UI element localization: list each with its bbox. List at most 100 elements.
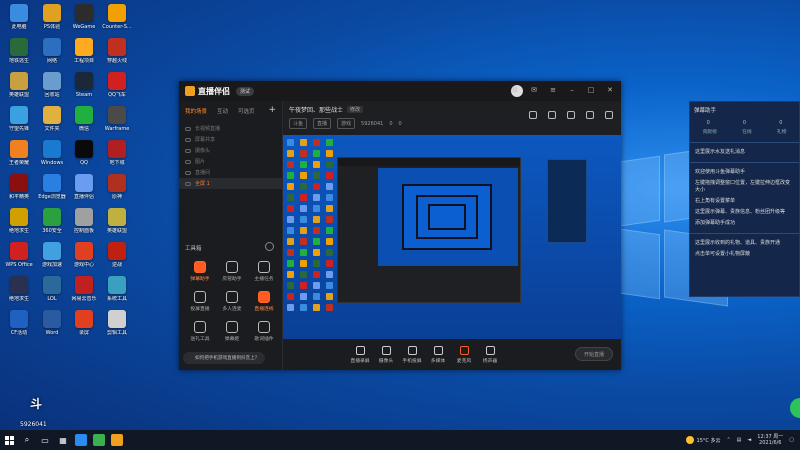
desktop-icon[interactable]: 系统工具 xyxy=(100,276,134,302)
eye-icon[interactable] xyxy=(185,148,191,153)
stat-label[interactable]: 礼物 xyxy=(777,128,787,135)
eye-icon[interactable] xyxy=(185,137,191,142)
gift-icon[interactable] xyxy=(529,111,537,119)
desktop-icon[interactable]: Steam xyxy=(67,72,101,98)
screen-record-button[interactable]: 直播录屏 xyxy=(347,345,373,364)
desktop-icon[interactable]: 控制面板 xyxy=(67,208,101,234)
desktop-icon[interactable]: QQ xyxy=(67,140,101,166)
media-button[interactable]: 多媒体 xyxy=(425,345,451,364)
menu-icon[interactable]: ≡ xyxy=(548,85,558,95)
toolbox-item[interactable]: 直播连线 xyxy=(249,291,279,312)
desktop-icon[interactable]: 地下城 xyxy=(100,140,134,166)
task-view-icon[interactable]: ▭ xyxy=(36,432,54,448)
settings-icon[interactable]: ⚙ xyxy=(510,85,520,95)
streaming-app-icon[interactable] xyxy=(111,434,123,446)
eye-icon[interactable] xyxy=(185,170,191,175)
desktop-icon[interactable]: LOL xyxy=(35,276,69,302)
share-icon[interactable] xyxy=(605,111,613,119)
desktop-icon[interactable]: CF活动 xyxy=(2,310,36,336)
desktop-icon[interactable]: 逆战 xyxy=(100,242,134,268)
toolbox-item[interactable]: 弹幕助手 xyxy=(185,261,215,282)
desktop-icon[interactable]: 游戏加速 xyxy=(35,242,69,268)
chevron-up-icon[interactable]: ⌃ xyxy=(726,437,730,443)
lock-icon[interactable] xyxy=(548,111,556,119)
speaker-button[interactable]: 扬声器 xyxy=(477,345,503,364)
maximize-icon[interactable]: □ xyxy=(586,85,596,95)
eye-icon[interactable] xyxy=(185,126,191,131)
desktop-icon[interactable]: 英雄联盟 xyxy=(2,72,36,98)
eye-icon[interactable] xyxy=(185,159,191,164)
category-tag[interactable]: 斗鱼 xyxy=(289,118,308,129)
toolbox-item[interactable]: 多人连麦 xyxy=(217,291,247,312)
clock[interactable]: 12:37 周一 2021/6/6 xyxy=(757,434,783,446)
add-scene-button[interactable]: + xyxy=(268,105,276,115)
weather-widget[interactable]: 15°C 多云 xyxy=(685,436,720,444)
desktop-icon[interactable]: Warframe xyxy=(100,106,134,132)
toolbox-item[interactable]: 投屏直播 xyxy=(185,291,215,312)
stat-label[interactable]: 贡献榜 xyxy=(703,128,717,135)
desktop-icon[interactable]: 360安全 xyxy=(35,208,69,234)
tab-optional[interactable]: 可选页 xyxy=(238,107,255,115)
phone-cast-button[interactable]: 手机投屏 xyxy=(399,345,425,364)
bell-icon[interactable] xyxy=(586,111,594,119)
desktop-icon[interactable]: 剪辑工具 xyxy=(100,310,134,336)
toolbox-item[interactable]: 弹幕姬 xyxy=(217,321,247,342)
mail-icon[interactable]: ✉ xyxy=(529,85,539,95)
scene-item-selected[interactable]: 全屏 1 xyxy=(179,178,282,189)
scene-item[interactable]: 长视频直播 xyxy=(179,123,282,134)
edge-app-icon[interactable] xyxy=(75,434,87,446)
notification-icon[interactable]: ▢ xyxy=(789,437,794,443)
stat-label[interactable]: 在线 xyxy=(742,128,752,135)
desktop-icon[interactable]: Edge浏览器 xyxy=(35,174,69,200)
desktop-icon[interactable]: 文件夹 xyxy=(35,106,69,132)
toolbox-item[interactable]: 房管助手 xyxy=(217,261,247,282)
toolbox-item[interactable]: 歌词插件 xyxy=(249,321,279,342)
desktop-icon[interactable]: 王者荣耀 xyxy=(2,140,36,166)
desktop-icon[interactable]: 穿越火线 xyxy=(100,38,134,64)
desktop-icon[interactable]: 工程项目 xyxy=(67,38,101,64)
desktop-icon[interactable]: 网易云音乐 xyxy=(67,276,101,302)
stream-preview[interactable] xyxy=(283,135,621,339)
widgets-icon[interactable]: ▦ xyxy=(54,432,72,448)
scene-item[interactable]: 摄像头 xyxy=(179,145,282,156)
desktop-icon[interactable]: Word xyxy=(35,310,69,336)
desktop-icon[interactable]: 微信 xyxy=(67,106,101,132)
toolbox-item[interactable]: 主播任务 xyxy=(249,261,279,282)
close-icon[interactable]: ✕ xyxy=(605,85,615,95)
scene-item[interactable]: 直播间 xyxy=(179,167,282,178)
desktop-icon[interactable]: 守望先锋 xyxy=(2,106,36,132)
camera-button[interactable]: 摄像头 xyxy=(373,345,399,364)
desktop-icon[interactable]: 回收站 xyxy=(35,72,69,98)
edit-title-button[interactable]: 修改 xyxy=(347,106,364,113)
desktop-icon[interactable]: 和平精英 xyxy=(2,174,36,200)
desktop-icon[interactable]: PS体验 xyxy=(35,4,69,30)
tab-scenes[interactable]: 我的场景 xyxy=(185,107,207,115)
category-tag[interactable]: 游戏 xyxy=(337,118,356,129)
start-button[interactable] xyxy=(0,432,18,448)
desktop-icon[interactable]: 地铁逃生 xyxy=(2,38,36,64)
search-icon[interactable]: ⌕ xyxy=(18,432,36,448)
minimize-icon[interactable]: – xyxy=(567,85,577,95)
chat-icon[interactable] xyxy=(567,111,575,119)
category-tag[interactable]: 直播 xyxy=(313,118,332,129)
start-live-button[interactable]: 开始直播 xyxy=(575,347,613,361)
desktop-icon[interactable]: 此电脑 xyxy=(2,4,36,30)
toolbox-item[interactable]: 送礼工具 xyxy=(185,321,215,342)
floating-green-button[interactable] xyxy=(790,398,800,418)
desktop-icon[interactable]: Counter-S... xyxy=(100,4,134,30)
desktop-icon[interactable]: 原神 xyxy=(100,174,134,200)
desktop-icon[interactable]: WPS Office xyxy=(2,242,36,268)
desktop-icon[interactable]: Windows xyxy=(35,140,69,166)
desktop-icon[interactable]: 英雄联盟 xyxy=(100,208,134,234)
desktop-icon[interactable]: WeGame xyxy=(67,4,101,30)
help-notice[interactable]: 如何把手机游戏直播到抖音上？ xyxy=(183,352,265,364)
desktop-icon[interactable]: 直播伴侣 xyxy=(67,174,101,200)
desktop-icon[interactable]: 绝地求生 xyxy=(2,208,36,234)
desktop-icon[interactable]: 录屏 xyxy=(67,310,101,336)
desktop-icon[interactable]: 绝地求生 xyxy=(2,276,36,302)
microphone-button[interactable]: 麦克风 xyxy=(451,345,477,364)
more-icon[interactable] xyxy=(265,242,274,251)
eye-icon[interactable] xyxy=(185,181,191,186)
tab-interact[interactable]: 互动 xyxy=(217,107,228,115)
desktop-icon[interactable]: 游戏中心 xyxy=(67,242,101,268)
